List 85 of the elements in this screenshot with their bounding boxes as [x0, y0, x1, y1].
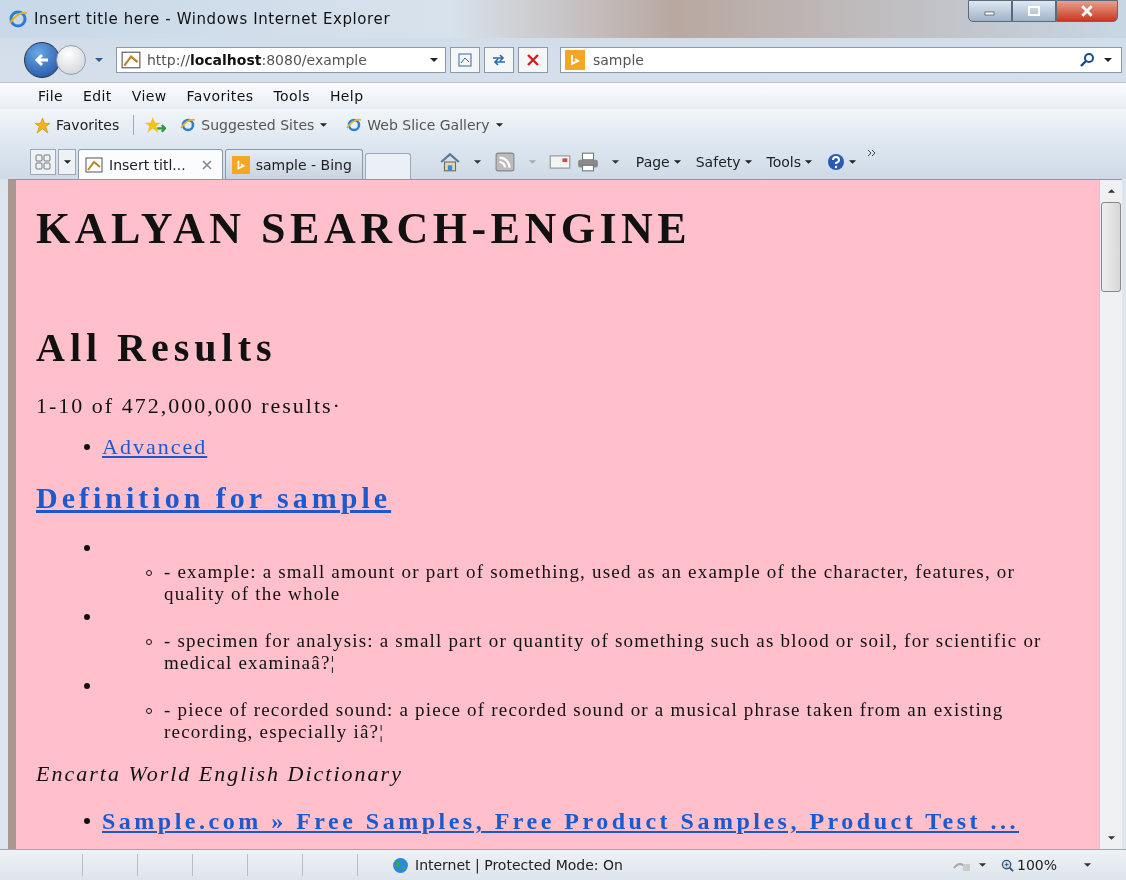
print-icon[interactable] — [576, 152, 599, 172]
section-title: All Results — [36, 326, 278, 370]
maximize-icon — [1028, 6, 1040, 16]
result-count: 1-10 of 472,000,000 results· — [36, 394, 343, 418]
globe-icon — [392, 856, 409, 874]
forward-button[interactable] — [56, 45, 86, 75]
minimize-button[interactable] — [968, 0, 1012, 22]
zoom-level[interactable]: 100% — [1000, 857, 1057, 873]
address-field[interactable]: http://localhost:8080/example — [116, 47, 446, 73]
maximize-button[interactable] — [1012, 0, 1056, 22]
stop-button[interactable] — [518, 47, 548, 73]
command-menu[interactable]: Safety — [691, 154, 757, 170]
close-icon — [1080, 5, 1094, 17]
browser-tab[interactable]: Insert titl... — [78, 149, 223, 179]
close-tab-icon[interactable] — [201, 159, 212, 170]
mail-icon[interactable] — [548, 152, 571, 172]
help-icon — [827, 153, 846, 171]
favorites-link[interactable]: Web Slice Gallery — [342, 117, 508, 133]
bullet-icon — [84, 683, 90, 689]
scrollbar[interactable] — [1099, 180, 1122, 849]
caret-icon — [848, 159, 858, 165]
scroll-down-icon[interactable] — [1106, 835, 1116, 841]
page-icon — [121, 51, 141, 69]
command-menu[interactable]: Page — [631, 154, 686, 170]
caret-icon[interactable] — [610, 159, 620, 165]
search-field[interactable]: sample — [560, 47, 1122, 73]
command-menu[interactable]: Tools — [762, 154, 818, 170]
bing-logo-icon — [565, 50, 585, 70]
zoom-icon — [1000, 858, 1014, 872]
browser-logo-icon — [8, 9, 28, 29]
caret-icon — [62, 159, 72, 165]
menu-item[interactable]: Edit — [73, 88, 122, 104]
favorites-link[interactable]: Suggested Sites — [176, 117, 333, 133]
window-title: Insert title here - Windows Internet Explorer — [34, 10, 391, 28]
caret-icon — [672, 159, 682, 165]
browser-logo-icon — [180, 117, 197, 133]
bullet-icon — [84, 614, 90, 620]
result-link[interactable]: Sample.com » Free Samples, Free Product Samples, Product Test ... — [102, 806, 1019, 836]
advanced-link[interactable]: Advanced — [102, 435, 208, 459]
caret-icon[interactable] — [429, 57, 439, 63]
stop-icon — [525, 52, 541, 68]
refresh-button[interactable] — [484, 47, 514, 73]
broken-page-icon — [457, 52, 473, 68]
add-favorites-icon[interactable] — [144, 116, 167, 134]
close-button[interactable] — [1056, 0, 1118, 22]
page-icon — [85, 156, 103, 173]
menu-item[interactable]: File — [28, 88, 74, 104]
home-icon[interactable] — [438, 152, 461, 172]
definition-link[interactable]: Definition for sample — [36, 480, 392, 516]
dictionary-source: Encarta World English Dictionary — [36, 762, 404, 786]
favorites-button[interactable]: Favorites — [30, 116, 124, 134]
caret-icon[interactable] — [472, 159, 482, 165]
caret-icon[interactable] — [977, 862, 987, 868]
back-button[interactable] — [24, 42, 60, 78]
search-icon[interactable] — [1079, 52, 1095, 68]
feeds-icon[interactable] — [493, 152, 516, 172]
tab-list-button[interactable] — [58, 149, 76, 175]
refresh-icon — [491, 52, 507, 68]
security-zone-status[interactable]: Internet | Protected Mode: On — [392, 856, 623, 874]
caret-icon — [319, 122, 329, 128]
menu-item[interactable]: View — [121, 88, 177, 104]
menu-item[interactable]: Help — [319, 88, 374, 104]
definition-text: - piece of recorded sound: a piece of recorded sound or a musical phrase taken from an existing recording, especially iâ?¦ — [164, 699, 1005, 743]
bing-logo-icon — [231, 155, 250, 174]
bullet-icon — [84, 545, 90, 551]
browser-logo-icon — [346, 117, 363, 133]
scroll-up-icon[interactable] — [1106, 188, 1116, 194]
menu-item[interactable]: Tools — [263, 88, 320, 104]
bullet-icon — [84, 444, 90, 450]
menu-item[interactable]: Favorites — [176, 88, 264, 104]
grid-icon — [35, 154, 51, 170]
definition-text: - example: a small amount or part of something, used as an example of the character, features, or quality of the whole — [164, 561, 1017, 605]
star-icon — [34, 116, 51, 134]
definition-text: - specimen for analysis: a small part or quantity of something such as blood or soil, for scientific or medical examinaâ?¦ — [164, 630, 1043, 674]
caret-icon — [743, 159, 753, 165]
caret-icon — [494, 122, 504, 128]
scroll-thumb[interactable] — [1101, 202, 1121, 292]
page-heading: KALYAN SEARCH-ENGINE — [36, 206, 693, 252]
compatibility-view-button[interactable] — [450, 47, 480, 73]
caret-icon — [804, 159, 814, 165]
chevron-icon[interactable] — [867, 149, 878, 157]
caret-icon[interactable] — [1083, 862, 1092, 868]
caret-icon[interactable] — [1103, 57, 1113, 63]
browser-tab[interactable]: sample - Bing — [224, 149, 363, 179]
bullet-icon — [84, 818, 90, 824]
